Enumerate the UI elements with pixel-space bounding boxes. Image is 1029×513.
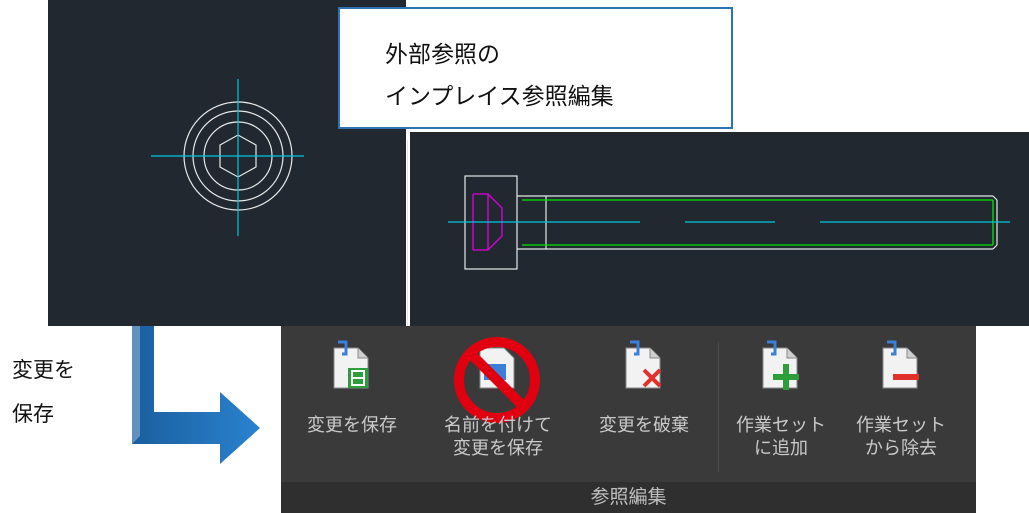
cad-side-view [410,132,1029,326]
view-divider-line [407,140,408,326]
save-changes-as-label-line-1: 名前を付けて [444,415,552,436]
ribbon-panel-title: 参照編集 [281,482,976,513]
callout-box: 外部参照の インプレイス参照編集 [338,7,733,129]
callout-line-1: 外部参照の [385,42,500,68]
ribbon-separator [718,342,719,472]
add-to-working-set-label-line-1: 作業セット [736,415,826,436]
bent-arrow-icon [132,326,260,464]
save-changes-as-label: 名前を付けて 変更を保存 [423,414,573,460]
side-label-line-1: 変更を [12,358,75,382]
save-changes-as-label-line-2: 変更を保存 [453,438,543,459]
doc-remove-icon [882,340,919,389]
doc-add-icon [762,340,799,390]
add-to-working-set-label: 作業セット に追加 [725,414,837,460]
doc-save-icon [333,340,369,389]
add-to-working-set-label-line-2: に追加 [754,438,808,459]
bolt-side-view-drawing [448,175,1010,270]
discard-changes-label-line-1: 変更を破棄 [599,415,689,436]
side-label-line-2: 保存 [12,402,54,426]
ribbon-panel-reference-edit: 変更を保存 名前を付けて 変更を保存 変更を破棄 作業セット に追加 作業セット… [281,326,976,513]
prohibited-icon [454,337,540,423]
doc-discard-icon [625,340,662,389]
save-changes-label-line-1: 変更を保存 [307,415,397,436]
remove-from-working-set-label-line-2: から除去 [865,438,937,459]
callout-line-2: インプレイス参照編集 [385,84,614,110]
save-changes-label: 変更を保存 [287,414,417,437]
discard-changes-label: 変更を破棄 [579,414,709,437]
remove-from-working-set-label-line-1: 作業セット [856,415,946,436]
remove-from-working-set-label: 作業セット から除去 [843,414,959,460]
